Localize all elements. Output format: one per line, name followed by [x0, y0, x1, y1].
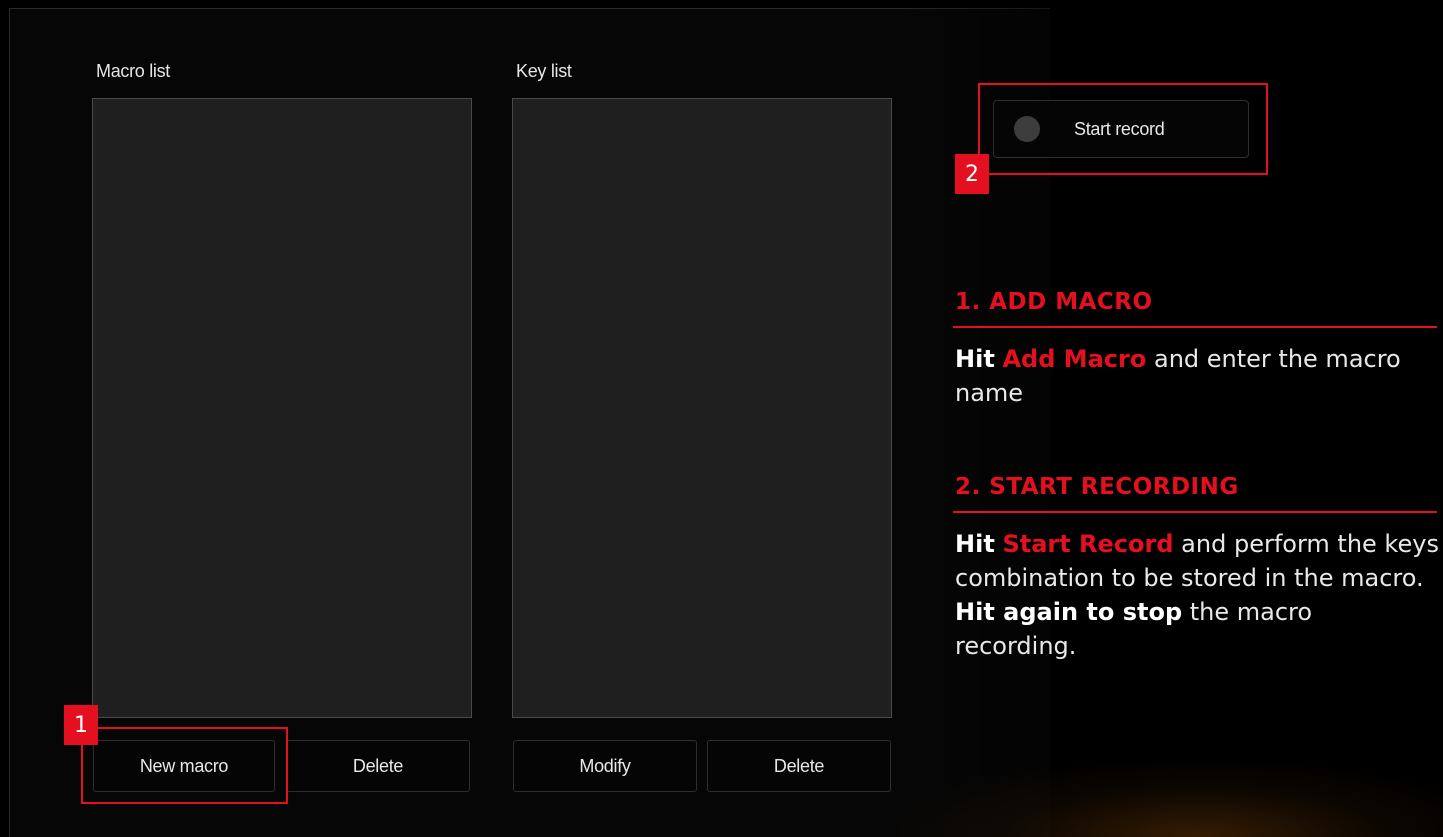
step2-bold2: Hit again to stop [955, 598, 1183, 626]
modify-key-button[interactable]: Modify [513, 740, 697, 792]
step1-body: Hit Add Macro and enter the macro name [955, 342, 1405, 410]
step1-accent: Add Macro [1002, 345, 1147, 373]
key-list[interactable] [512, 98, 892, 718]
step2-hit: Hit [955, 530, 995, 558]
delete-macro-button[interactable]: Delete [286, 740, 470, 792]
delete-key-button[interactable]: Delete [707, 740, 891, 792]
step2-body: Hit Start Record and perform the keys co… [955, 527, 1439, 663]
highlight-new-macro [81, 727, 288, 804]
step1-hit: Hit [955, 345, 995, 373]
marker-2: 2 [955, 154, 989, 194]
step2-divider [953, 511, 1437, 513]
marker-1: 1 [64, 705, 98, 745]
step1-divider [953, 326, 1437, 328]
macro-list[interactable] [92, 98, 472, 718]
step1-title: 1. ADD MACRO [955, 289, 1153, 315]
step2-title: 2. START RECORDING [955, 474, 1239, 500]
highlight-start-record [978, 83, 1268, 175]
macro-list-label: Macro list [96, 61, 171, 81]
key-list-label: Key list [516, 61, 572, 81]
step2-accent: Start Record [1002, 530, 1174, 558]
